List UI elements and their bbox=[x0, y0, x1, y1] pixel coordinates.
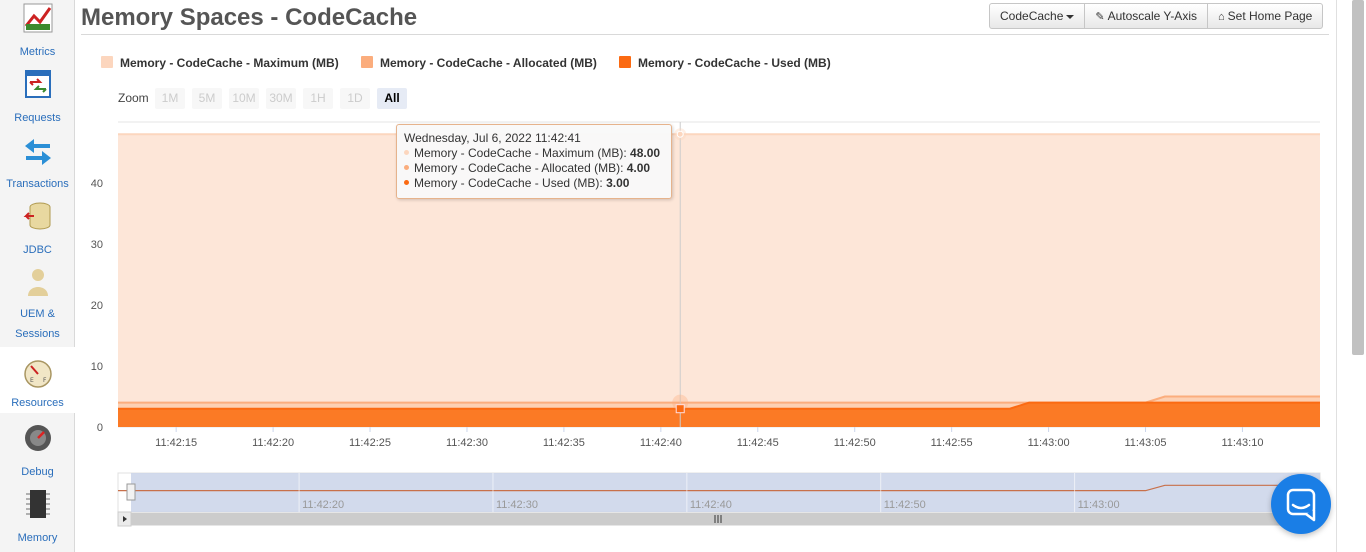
x-tick-label: 11:42:25 bbox=[349, 437, 391, 449]
tooltip-header: Wednesday, Jul 6, 2022 11:42:41 bbox=[404, 131, 581, 145]
tooltip-dot bbox=[404, 180, 409, 185]
x-tick-label: 11:42:30 bbox=[446, 437, 488, 449]
tooltip-row-allocated: Memory - CodeCache - Allocated (MB): 4.0… bbox=[404, 161, 664, 176]
content-edge bbox=[1336, 0, 1337, 552]
tooltip-label: Memory - CodeCache - Maximum (MB): bbox=[414, 146, 627, 160]
x-tick-label: 11:42:55 bbox=[931, 437, 973, 449]
navigator-tick-label: 11:42:50 bbox=[884, 499, 926, 511]
y-tick-label: 0 bbox=[97, 422, 103, 434]
x-tick-label: 11:43:00 bbox=[1028, 437, 1070, 449]
x-tick-label: 11:42:45 bbox=[737, 437, 779, 449]
x-tick-label: 11:42:20 bbox=[252, 437, 294, 449]
tooltip-value: 4.00 bbox=[626, 161, 651, 175]
chat-icon bbox=[1286, 488, 1316, 522]
y-tick-label: 30 bbox=[91, 239, 103, 251]
navigator-scrollbar-thumb bbox=[131, 513, 1320, 525]
navigator-tick-label: 11:42:20 bbox=[302, 499, 344, 511]
tooltip-value: 3.00 bbox=[606, 176, 630, 190]
tooltip-label: Memory - CodeCache - Allocated (MB): bbox=[414, 161, 624, 175]
y-tick-label: 10 bbox=[91, 361, 103, 373]
tooltip-dot bbox=[404, 150, 409, 155]
tooltip-row-used: Memory - CodeCache - Used (MB): 3.00 bbox=[404, 176, 664, 191]
navigator-tick-label: 11:42:40 bbox=[690, 499, 732, 511]
hover-point-used bbox=[675, 404, 685, 414]
tooltip-dot bbox=[404, 165, 409, 170]
vertical-scrollbar[interactable] bbox=[1352, 0, 1364, 355]
x-tick-label: 11:42:35 bbox=[543, 437, 585, 449]
y-tick-label: 40 bbox=[91, 178, 103, 190]
tooltip-row-maximum: Memory - CodeCache - Maximum (MB): 48.00 bbox=[404, 146, 664, 161]
x-tick-label: 11:43:05 bbox=[1125, 437, 1167, 449]
x-tick-label: 11:43:10 bbox=[1221, 437, 1263, 449]
navigator-tick-label: 11:42:30 bbox=[496, 499, 538, 511]
chat-launcher-button[interactable] bbox=[1271, 474, 1331, 534]
hover-point-maximum bbox=[676, 130, 684, 138]
navigator-handle-left bbox=[126, 483, 136, 501]
x-tick-label: 11:42:40 bbox=[640, 437, 682, 449]
x-tick-label: 11:42:50 bbox=[834, 437, 876, 449]
tooltip-value: 48.00 bbox=[630, 146, 661, 160]
series-maximum-area bbox=[118, 134, 1320, 427]
memory-chart[interactable]: 0 10 20 30 40 11:42:15 11:42:20 11:42:25 11:42:3… bbox=[0, 0, 1366, 552]
x-tick-label: 11:42:15 bbox=[155, 437, 197, 449]
y-tick-label: 20 bbox=[91, 300, 103, 312]
chart-tooltip: Wednesday, Jul 6, 2022 11:42:41 Memory -… bbox=[396, 124, 672, 199]
tooltip-label: Memory - CodeCache - Used (MB): bbox=[414, 176, 603, 190]
navigator-tick-label: 11:43:00 bbox=[1078, 499, 1120, 511]
